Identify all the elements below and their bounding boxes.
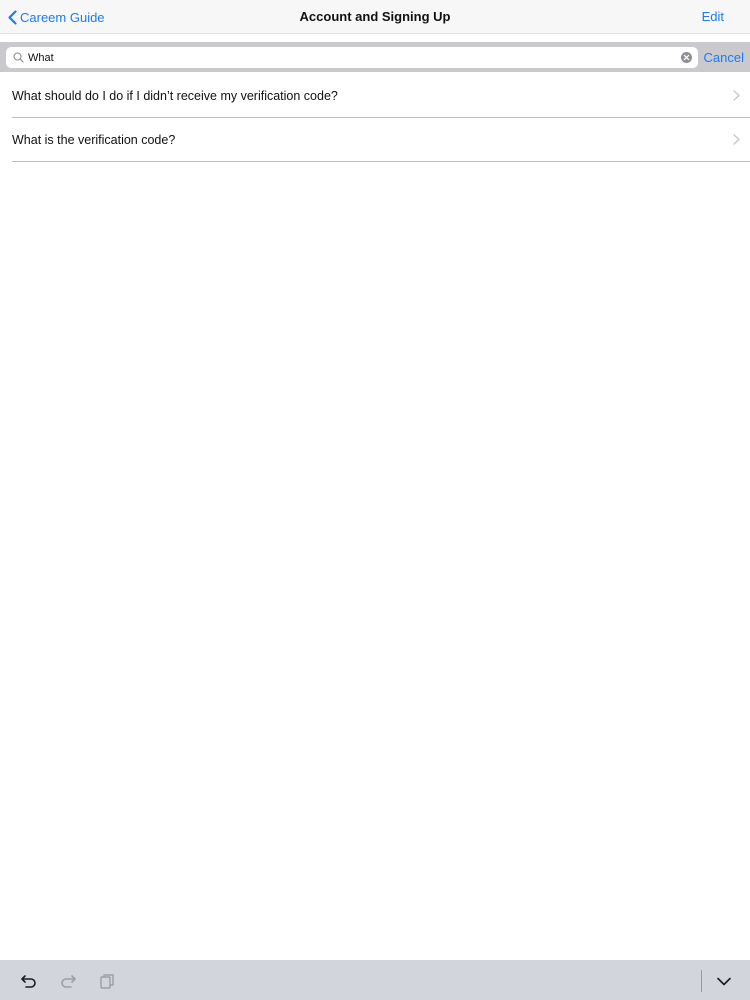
search-field[interactable]: [6, 47, 698, 68]
back-button[interactable]: Careem Guide: [8, 7, 105, 27]
search-input[interactable]: [28, 49, 668, 66]
edit-button[interactable]: Edit: [702, 9, 724, 24]
search-results-list: What should do I do if I didn’t receive …: [12, 74, 750, 162]
search-bar: Cancel: [0, 42, 750, 72]
undo-icon[interactable]: [20, 972, 38, 990]
list-item[interactable]: What should do I do if I didn’t receive …: [12, 74, 750, 118]
chevron-left-icon: [8, 9, 17, 25]
list-item-label: What should do I do if I didn’t receive …: [12, 89, 338, 103]
chevron-right-icon: [733, 134, 740, 145]
keyboard-shortcut-toolbar: [0, 960, 750, 1000]
cancel-button[interactable]: Cancel: [704, 50, 744, 65]
back-button-label: Careem Guide: [20, 9, 105, 25]
list-item-label: What is the verification code?: [12, 133, 176, 147]
paste-icon[interactable]: [98, 972, 116, 990]
clear-icon[interactable]: [681, 52, 692, 63]
list-item[interactable]: What is the verification code?: [12, 118, 750, 162]
chevron-right-icon: [733, 90, 740, 101]
search-icon: [13, 52, 24, 63]
toolbar-divider: [701, 970, 702, 992]
navigation-bar: Careem Guide Account and Signing Up Edit: [0, 0, 750, 34]
chevron-down-icon[interactable]: [715, 972, 733, 990]
page-title: Account and Signing Up: [299, 9, 451, 24]
redo-icon[interactable]: [59, 972, 77, 990]
